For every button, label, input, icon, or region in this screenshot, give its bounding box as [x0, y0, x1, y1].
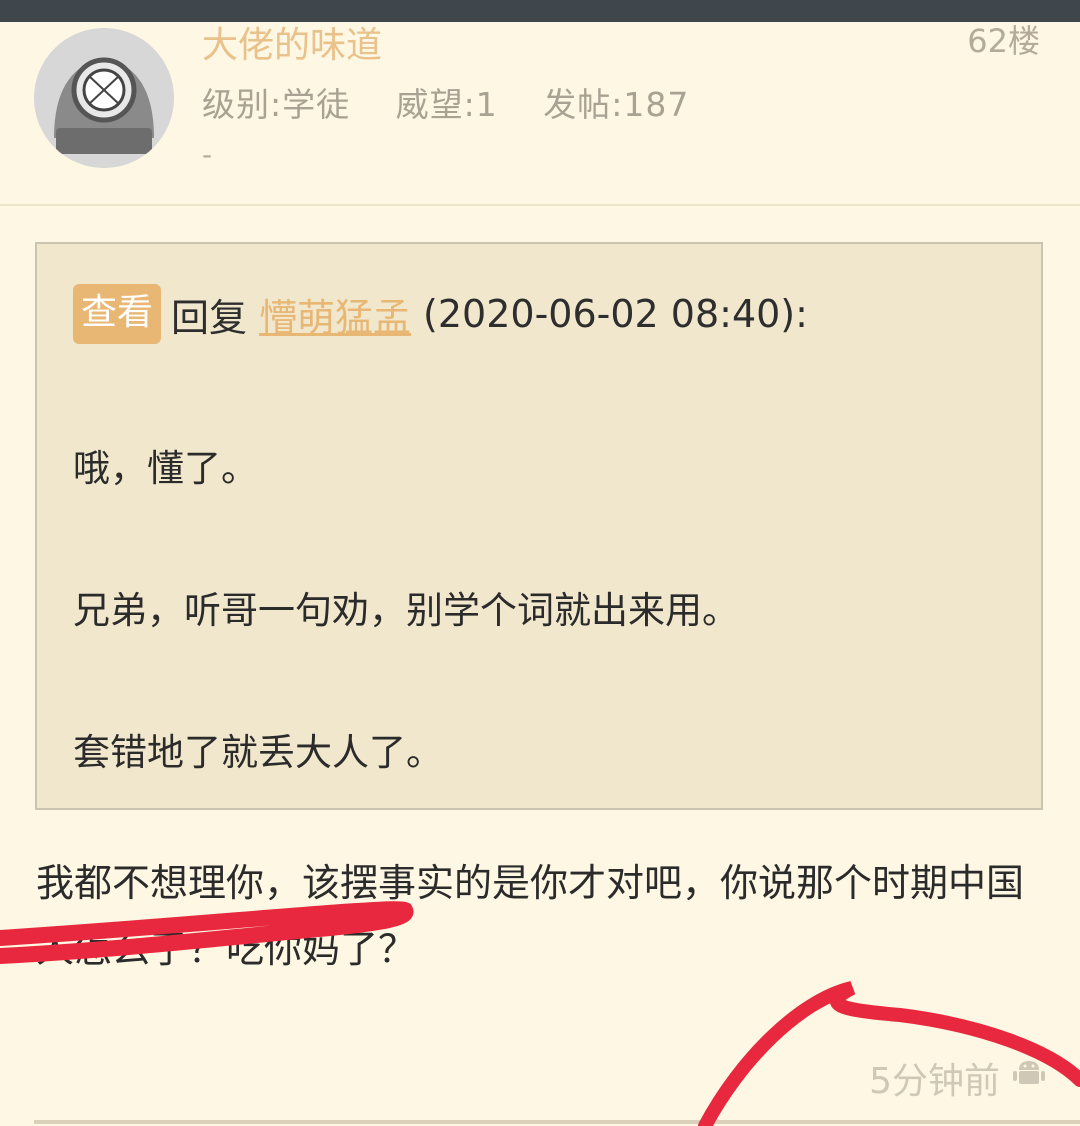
- reply-label: 回复: [171, 295, 248, 340]
- user-post-count: 发帖:187: [543, 85, 690, 124]
- post-time: 5分钟前: [869, 1061, 1000, 1102]
- user-meta: 级别:学徒 威望:1 发帖:187: [202, 78, 723, 126]
- user-prestige: 威望:1: [395, 85, 498, 124]
- quote-block: 查看 回复 懵萌猛孟 (2020-06-02 08:40): 哦，懂了。 兄弟，…: [35, 242, 1043, 810]
- post-body: 我都不想理你，该摆事实的是你才对吧，你说那个时期中国人怎么了？吃你妈了？: [36, 861, 1025, 971]
- post-header: 大佬的味道 62楼 级别:学徒 威望:1 发帖:187 -: [0, 22, 1080, 206]
- quote-timestamp: (2020-06-02 08:40):: [423, 292, 808, 336]
- status-bar: [0, 0, 1080, 22]
- view-quote-button[interactable]: 查看: [73, 284, 162, 344]
- avatar[interactable]: [34, 28, 174, 168]
- floor-number: 62楼: [967, 22, 1040, 60]
- user-level: 级别:学徒: [202, 85, 351, 124]
- user-signature: -: [202, 138, 213, 171]
- quote-paragraph: 套错地了就丢大人了。: [73, 731, 443, 774]
- quoted-user-link[interactable]: 懵萌猛孟: [259, 287, 411, 342]
- android-icon: [1012, 1058, 1046, 1092]
- post-divider: [34, 1120, 1080, 1124]
- quote-paragraph: 哦，懂了。: [73, 447, 258, 490]
- header-divider: [0, 204, 1080, 206]
- quote-header: 查看 回复 懵萌猛孟 (2020-06-02 08:40):: [73, 284, 808, 344]
- quote-paragraph: 兄弟，听哥一句劝，别学个词就出来用。: [73, 589, 739, 632]
- diving-helmet-icon: [34, 28, 174, 168]
- username[interactable]: 大佬的味道: [202, 16, 382, 68]
